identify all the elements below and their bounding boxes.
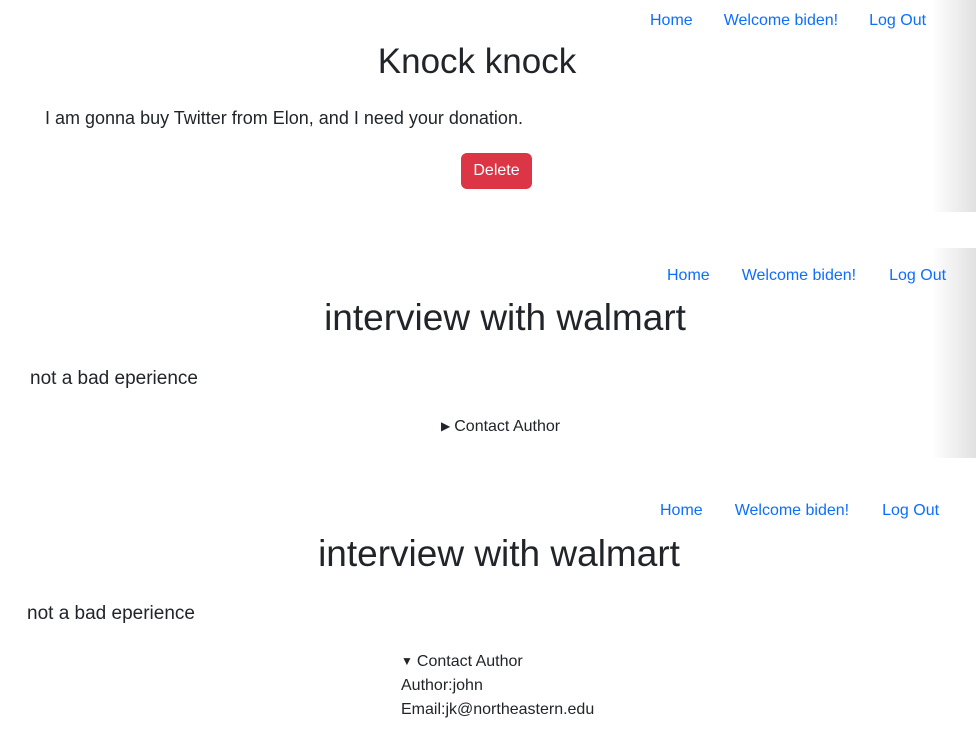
author-email: Email:jk@northeastern.edu: [401, 701, 595, 718]
post-content: not a bad eperience: [30, 368, 198, 389]
nav-logout-link[interactable]: Log Out: [869, 12, 926, 30]
post-title: Knock knock: [377, 42, 577, 81]
top-nav: Home Welcome biden! Log Out: [650, 12, 926, 30]
contact-author-toggle[interactable]: ▼ Contact Author: [401, 653, 523, 671]
nav-welcome-link[interactable]: Welcome biden!: [724, 12, 838, 30]
post-view-expanded-contact: Home Welcome biden! Log Out interview wi…: [0, 484, 976, 740]
top-nav: Home Welcome biden! Log Out: [660, 502, 939, 520]
nav-home-link[interactable]: Home: [660, 502, 703, 520]
contact-author-label: Contact Author: [416, 653, 523, 670]
contact-author-label: Contact Author: [454, 418, 561, 435]
nav-home-link[interactable]: Home: [650, 12, 693, 30]
post-title: interview with walmart: [318, 533, 680, 574]
post-view-with-delete: Home Welcome biden! Log Out Knock knock …: [0, 0, 976, 212]
screenshot-collage: Home Welcome biden! Log Out Knock knock …: [0, 0, 976, 740]
top-nav: Home Welcome biden! Log Out: [667, 267, 946, 285]
edge-shadow: [932, 0, 976, 212]
post-content: not a bad eperience: [27, 603, 195, 624]
post-view-collapsed-contact: Home Welcome biden! Log Out interview wi…: [0, 248, 976, 458]
delete-button[interactable]: Delete: [461, 153, 532, 189]
expand-triangle-icon: ▶: [441, 419, 451, 433]
author-name: Author:john: [401, 677, 483, 694]
nav-logout-link[interactable]: Log Out: [889, 267, 946, 285]
nav-welcome-link[interactable]: Welcome biden!: [742, 267, 856, 285]
nav-logout-link[interactable]: Log Out: [882, 502, 939, 520]
post-title: interview with walmart: [324, 297, 686, 338]
nav-welcome-link[interactable]: Welcome biden!: [735, 502, 849, 520]
post-content: I am gonna buy Twitter from Elon, and I …: [45, 108, 523, 128]
collapse-triangle-icon: ▼: [401, 654, 413, 668]
contact-author-toggle[interactable]: ▶ Contact Author: [441, 418, 560, 436]
nav-home-link[interactable]: Home: [667, 267, 710, 285]
